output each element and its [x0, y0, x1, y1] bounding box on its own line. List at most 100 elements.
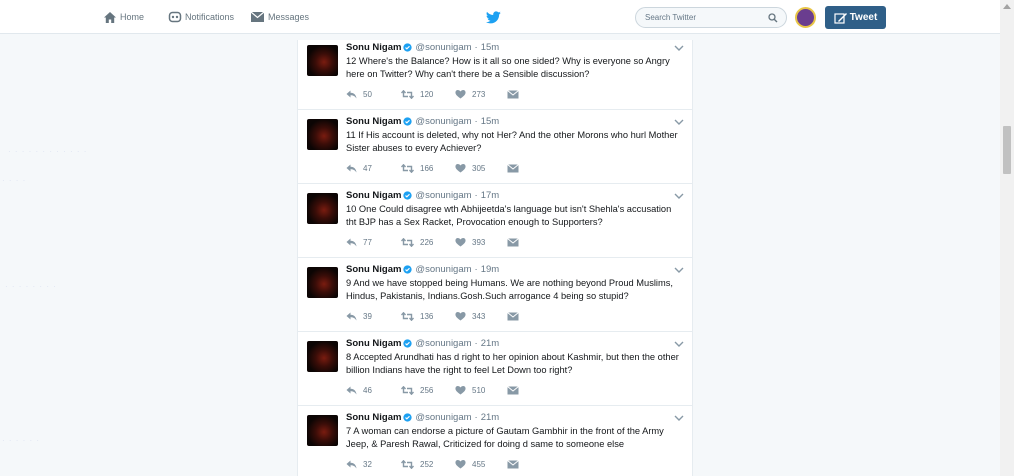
- direct-message-icon: [507, 237, 519, 246]
- tweet-text: 12 Where's the Balance? How is it all so…: [346, 56, 670, 80]
- tweet-timestamp[interactable]: 21m: [481, 412, 499, 423]
- tweet-timestamp[interactable]: 15m: [481, 116, 499, 127]
- tweet[interactable]: Sonu Nigam @sonunigam · 19m 9 And we hav…: [298, 258, 692, 332]
- like-button[interactable]: 455: [455, 459, 507, 469]
- tweet[interactable]: Sonu Nigam @sonunigam · 15m 11 If His ac…: [298, 110, 692, 184]
- tweet-separator: ·: [474, 42, 478, 53]
- tweet-author-avatar[interactable]: [307, 45, 338, 76]
- tweet-timestamp[interactable]: 21m: [481, 338, 499, 349]
- scroll-up-arrow[interactable]: [1003, 4, 1011, 9]
- tweet-author-name[interactable]: Sonu Nigam: [346, 338, 401, 349]
- tweet-author-name[interactable]: Sonu Nigam: [346, 42, 401, 53]
- retweet-button[interactable]: 256: [401, 385, 455, 395]
- background-artifact: · · · · · · · · · · · ·: [8, 147, 88, 156]
- page-scrollbar[interactable]: [1000, 0, 1014, 476]
- like-button[interactable]: 305: [455, 163, 507, 173]
- reply-icon: [346, 238, 357, 246]
- tweet-button[interactable]: Tweet: [825, 6, 886, 29]
- tweet-author-handle[interactable]: @sonunigam: [415, 116, 471, 127]
- background-artifact: · · · ·: [2, 176, 27, 185]
- reply-button[interactable]: 77: [346, 238, 401, 247]
- retweet-icon: [401, 89, 414, 99]
- tweet[interactable]: Sonu Nigam @sonunigam · 15m 12 Where's t…: [298, 40, 692, 110]
- chevron-down-icon[interactable]: [674, 267, 684, 274]
- reply-button[interactable]: 47: [346, 164, 401, 173]
- retweet-count: 120: [420, 89, 434, 99]
- verified-icon: [403, 191, 413, 200]
- chevron-down-icon[interactable]: [674, 45, 684, 52]
- tweet-author-name[interactable]: Sonu Nigam: [346, 264, 401, 275]
- twitter-bird-icon[interactable]: [486, 11, 501, 24]
- retweet-button[interactable]: 252: [401, 459, 455, 469]
- tweet-text: 7 A woman can endorse a picture of Gauta…: [346, 426, 664, 450]
- tweet-author-handle[interactable]: @sonunigam: [415, 412, 471, 423]
- direct-message-button[interactable]: [507, 89, 525, 99]
- search-input[interactable]: [645, 13, 765, 22]
- tweet-header: Sonu Nigam @sonunigam · 21m: [346, 338, 499, 349]
- chevron-down-icon[interactable]: [674, 193, 684, 200]
- tweet[interactable]: Sonu Nigam @sonunigam · 17m 10 One Could…: [298, 184, 692, 258]
- verified-icon: [403, 413, 413, 422]
- tweet-author-handle[interactable]: @sonunigam: [415, 42, 471, 53]
- scrollbar-thumb[interactable]: [1003, 126, 1011, 174]
- tweet-separator: ·: [474, 412, 478, 423]
- chevron-down-icon[interactable]: [674, 415, 684, 422]
- direct-message-button[interactable]: [507, 459, 525, 469]
- tweet-actions: 77 226 393: [346, 237, 525, 247]
- tweet-author-name[interactable]: Sonu Nigam: [346, 190, 401, 201]
- chevron-down-icon[interactable]: [674, 341, 684, 348]
- retweet-button[interactable]: 226: [401, 237, 455, 247]
- tweet-author-handle[interactable]: @sonunigam: [415, 338, 471, 349]
- tweet-author-handle[interactable]: @sonunigam: [415, 264, 471, 275]
- search-box[interactable]: [635, 7, 787, 28]
- tweet-author-name[interactable]: Sonu Nigam: [346, 116, 401, 127]
- tweet-author-avatar[interactable]: [307, 267, 338, 298]
- reply-button[interactable]: 46: [346, 386, 401, 395]
- tweet-timeline: Sonu Nigam @sonunigam · 15m 12 Where's t…: [297, 40, 693, 476]
- compose-icon: [834, 12, 847, 24]
- direct-message-button[interactable]: [507, 163, 525, 173]
- reply-button[interactable]: 50: [346, 90, 401, 99]
- tweet-author-name[interactable]: Sonu Nigam: [346, 412, 401, 423]
- tweet-author-avatar[interactable]: [307, 341, 338, 372]
- reply-count: 77: [363, 237, 372, 247]
- tweet[interactable]: Sonu Nigam @sonunigam · 21m 8 Accepted A…: [298, 332, 692, 406]
- direct-message-button[interactable]: [507, 237, 525, 247]
- tweet[interactable]: Sonu Nigam @sonunigam · 21m 7 A woman ca…: [298, 406, 692, 476]
- like-button[interactable]: 343: [455, 311, 507, 321]
- like-button[interactable]: 273: [455, 89, 507, 99]
- chevron-down-icon[interactable]: [674, 119, 684, 126]
- retweet-icon: [401, 385, 414, 395]
- search-icon[interactable]: [768, 13, 778, 23]
- verified-icon: [403, 339, 413, 348]
- retweet-button[interactable]: 166: [401, 163, 455, 173]
- nav-home[interactable]: Home: [103, 0, 144, 34]
- like-button[interactable]: 510: [455, 385, 507, 395]
- retweet-button[interactable]: 136: [401, 311, 455, 321]
- tweet-separator: ·: [474, 264, 478, 275]
- like-button[interactable]: 393: [455, 237, 507, 247]
- direct-message-button[interactable]: [507, 385, 525, 395]
- user-avatar[interactable]: [795, 7, 816, 28]
- retweet-button[interactable]: 120: [401, 89, 455, 99]
- reply-icon: [346, 312, 357, 320]
- tweet-author-avatar[interactable]: [307, 193, 338, 224]
- retweet-count: 166: [420, 163, 434, 173]
- tweet-timestamp[interactable]: 19m: [481, 264, 499, 275]
- direct-message-button[interactable]: [507, 311, 525, 321]
- nav-notifications[interactable]: Notifications: [168, 0, 234, 34]
- background-artifact: · · · · · · · ·: [5, 282, 57, 291]
- tweet-timestamp[interactable]: 17m: [481, 190, 499, 201]
- tweet-author-avatar[interactable]: [307, 415, 338, 446]
- tweet-text: 10 One Could disagree wth Abhijeetda's l…: [346, 204, 672, 228]
- reply-button[interactable]: 39: [346, 312, 401, 321]
- tweet-author-handle[interactable]: @sonunigam: [415, 190, 471, 201]
- tweet-author-avatar[interactable]: [307, 119, 338, 150]
- reply-count: 32: [363, 459, 372, 469]
- tweet-header: Sonu Nigam @sonunigam · 19m: [346, 264, 499, 275]
- reply-button[interactable]: 32: [346, 460, 401, 469]
- reply-icon: [346, 386, 357, 394]
- like-count: 455: [472, 459, 486, 469]
- nav-messages[interactable]: Messages: [250, 0, 309, 34]
- tweet-timestamp[interactable]: 15m: [481, 42, 499, 53]
